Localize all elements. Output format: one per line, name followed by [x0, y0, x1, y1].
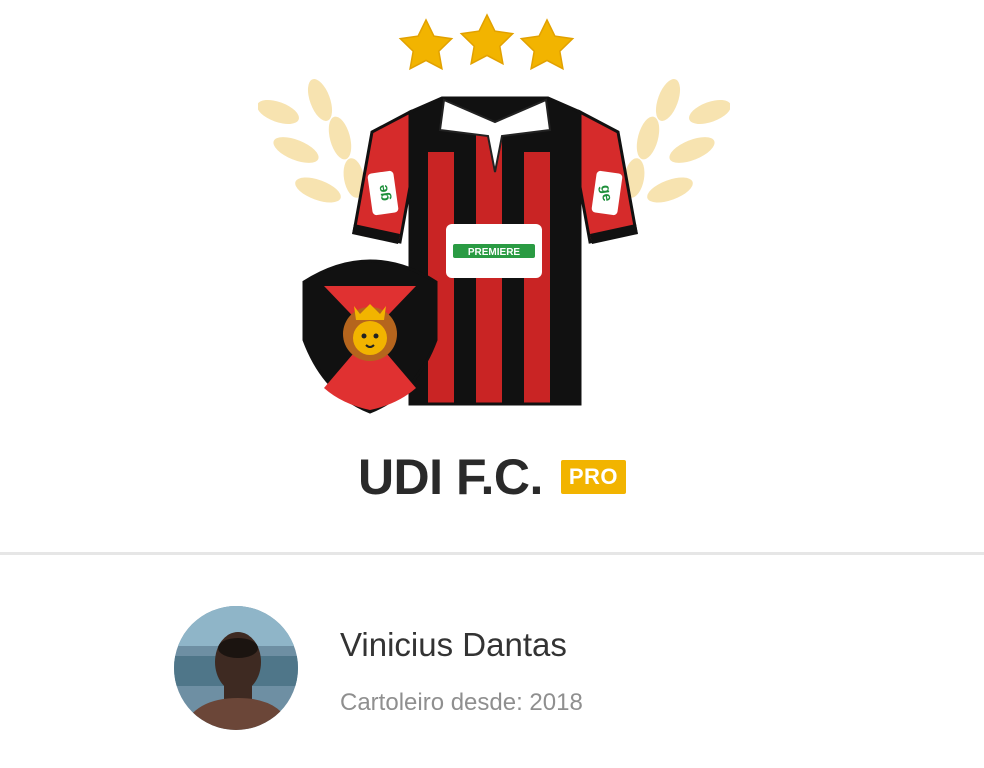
user-name: Vinicius Dantas [340, 626, 567, 663]
team-title: UDI F.C. PRO [0, 448, 984, 506]
svg-text:ge: ge [374, 184, 392, 203]
user-since: Cartoleiro desde: 2018 [340, 689, 583, 716]
star-icon [459, 13, 515, 66]
divider [0, 552, 984, 555]
team-header: ge ge PREMIERE [0, 0, 984, 430]
shield-icon [302, 259, 438, 414]
jersey-sponsor: PREMIERE [446, 224, 542, 278]
stars-rating [398, 13, 575, 71]
svg-text:PREMIERE: PREMIERE [468, 247, 521, 258]
star-icon [519, 18, 575, 71]
svg-text:ge: ge [598, 184, 616, 203]
avatar [174, 606, 298, 730]
pro-badge: PRO [560, 460, 627, 494]
team-name: UDI F.C. [357, 449, 543, 505]
star-icon [398, 18, 454, 71]
